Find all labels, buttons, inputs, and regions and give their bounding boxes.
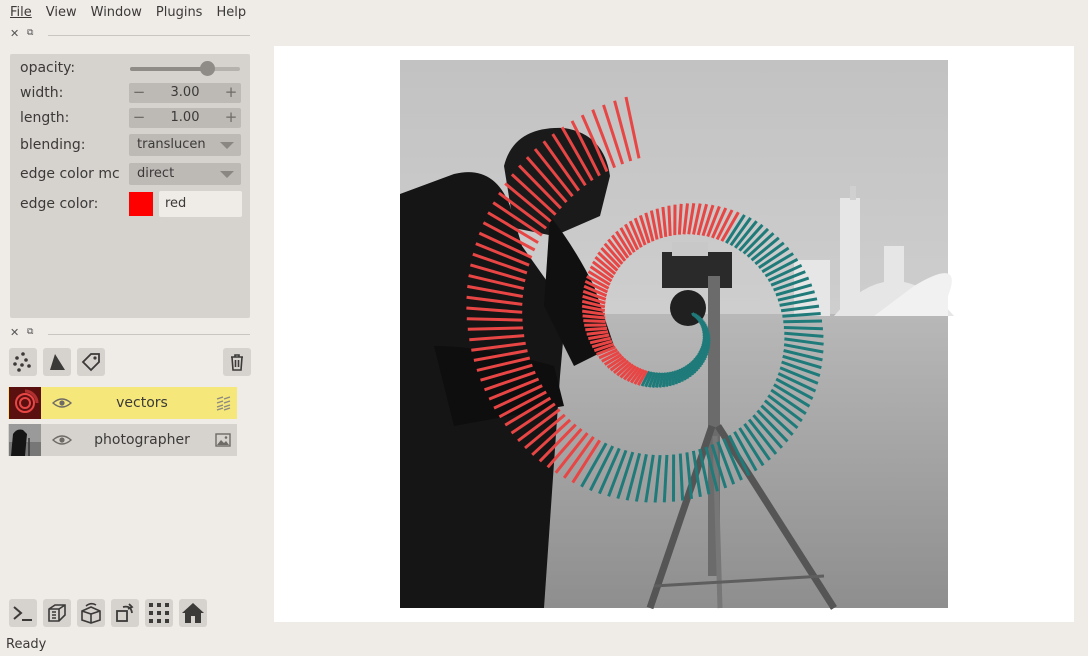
vector-line <box>668 371 673 387</box>
roll-dimensions-button[interactable] <box>77 599 105 627</box>
chevron-down-icon <box>220 171 234 178</box>
width-increment-button[interactable]: + <box>221 83 241 103</box>
transpose-dimensions-button[interactable] <box>111 599 139 627</box>
vector-line <box>677 203 683 235</box>
status-bar: Ready <box>6 637 47 652</box>
visibility-eye-icon[interactable] <box>52 395 72 411</box>
console-button[interactable] <box>9 599 37 627</box>
new-shapes-layer-button[interactable] <box>43 348 71 376</box>
length-label: length: <box>20 110 70 126</box>
layer-name[interactable]: photographer <box>78 424 206 456</box>
edge-color-mode-label: edge color mc <box>20 166 120 182</box>
visibility-eye-icon[interactable] <box>52 432 72 448</box>
dock-close-icon[interactable]: ✕ <box>10 27 19 40</box>
viewer-canvas[interactable] <box>274 46 1074 622</box>
home-button[interactable] <box>179 599 207 627</box>
layer-list-dock-header: ✕ ⧉ <box>10 326 250 342</box>
menu-plugins-label: Plugins <box>155 4 203 20</box>
dock-divider <box>48 334 250 335</box>
menu-file-label: File <box>10 4 32 20</box>
opacity-slider-fill <box>130 67 207 71</box>
width-label: width: <box>20 85 64 101</box>
length-spinbox[interactable]: − 1.00 + <box>129 108 241 128</box>
roll-icon <box>81 602 101 624</box>
edge-color-mode-value: direct <box>137 166 175 181</box>
length-decrement-button[interactable]: − <box>129 108 149 128</box>
new-labels-layer-button[interactable] <box>77 348 105 376</box>
vector-line <box>583 319 606 323</box>
new-points-layer-button[interactable] <box>9 348 37 376</box>
layer-controls-panel: opacity: width: − 3.00 + length: − 1.00 … <box>10 54 250 318</box>
edge-color-mode-dropdown[interactable]: direct <box>129 163 241 185</box>
layer-name[interactable]: vectors <box>78 387 206 419</box>
menu-view[interactable]: View <box>40 5 83 20</box>
menu-file[interactable]: File <box>4 5 38 20</box>
vector-line <box>467 326 524 331</box>
layer-item-vectors[interactable]: vectors <box>8 387 237 419</box>
vector-line <box>783 319 823 324</box>
menu-bar: File View Window Plugins Help <box>0 0 1088 24</box>
menu-help[interactable]: Help <box>210 5 252 20</box>
vector-line <box>582 314 606 320</box>
vector-line <box>783 326 823 331</box>
photographer-image <box>400 60 954 610</box>
length-increment-button[interactable]: + <box>221 108 241 128</box>
vector-line <box>678 368 684 382</box>
canvas-svg <box>400 60 954 610</box>
home-icon <box>182 603 204 623</box>
blending-label: blending: <box>20 137 86 153</box>
blending-value: translucen <box>137 137 206 152</box>
menu-help-label: Help <box>216 4 247 20</box>
dock-float-icon[interactable]: ⧉ <box>27 28 33 38</box>
dock-close-icon[interactable]: ✕ <box>10 326 19 339</box>
layer-item-photographer[interactable]: photographer <box>8 424 237 456</box>
points-icon <box>13 352 31 372</box>
menu-window[interactable]: Window <box>85 5 148 20</box>
vector-line <box>676 369 681 384</box>
vector-line <box>466 317 523 322</box>
menu-plugins[interactable]: Plugins <box>150 5 209 20</box>
menu-window-label: Window <box>90 4 142 20</box>
layer-thumbnail <box>9 387 41 419</box>
menu-view-label: View <box>45 4 77 20</box>
ndisplay-icon <box>48 604 66 622</box>
dock-divider <box>48 35 250 36</box>
transpose-icon <box>116 603 134 622</box>
dock-float-icon[interactable]: ⧉ <box>27 327 33 337</box>
shapes-icon <box>50 354 65 370</box>
layer-controls-dock-header: ✕ ⧉ <box>10 27 250 43</box>
opacity-slider-handle[interactable] <box>200 61 215 76</box>
grid-icon <box>149 603 169 623</box>
edge-color-swatch[interactable] <box>129 192 153 216</box>
delete-layer-button[interactable] <box>223 348 251 376</box>
labels-icon <box>81 353 100 372</box>
length-value[interactable]: 1.00 <box>149 108 221 128</box>
console-icon <box>13 606 32 621</box>
opacity-slider[interactable] <box>130 56 240 80</box>
grid-view-button[interactable] <box>145 599 173 627</box>
edge-color-value: red <box>165 196 187 211</box>
delete-icon <box>231 354 243 371</box>
opacity-label: opacity: <box>20 60 76 76</box>
vector-line <box>667 205 672 236</box>
vector-line <box>585 326 608 332</box>
width-spinbox[interactable]: − 3.00 + <box>129 83 241 103</box>
edge-color-label: edge color: <box>20 196 99 212</box>
blending-dropdown[interactable]: translucen <box>129 134 241 156</box>
vector-line <box>674 370 678 385</box>
vectors-icon <box>216 396 231 411</box>
width-value[interactable]: 3.00 <box>149 83 221 103</box>
layer-thumbnail <box>9 424 41 456</box>
ndisplay-button[interactable] <box>43 599 71 627</box>
edge-color-input[interactable]: red <box>159 191 242 217</box>
chevron-down-icon <box>220 142 234 149</box>
width-decrement-button[interactable]: − <box>129 83 149 103</box>
image-icon <box>215 433 231 447</box>
